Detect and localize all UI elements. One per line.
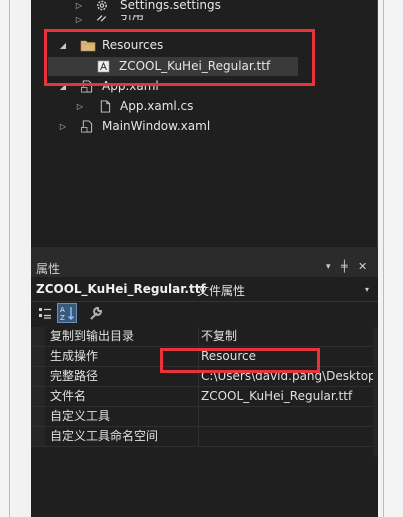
svg-text:A: A [60,306,65,314]
categorized-view-button[interactable] [36,304,54,322]
tree-item-label: MainWindow.xaml [102,119,211,133]
annotation-highlight-resources [44,29,315,86]
tree-item-label: 引用 [120,15,145,22]
object-selector[interactable]: ZCOOL_KuHei_Regular.ttf 文件属性 ▾ [31,279,378,302]
tree-item-references[interactable]: ▷ 引用 [31,15,378,24]
property-grid-scrollbar[interactable] [373,327,378,457]
property-name: 自定义工具 [50,407,199,426]
tree-item-settings[interactable]: ▷ Settings.settings [31,0,378,15]
references-icon [96,15,107,22]
annotation-highlight-build-action [160,348,320,373]
properties-header: 属性 ▾ ╪ ✕ [31,257,378,277]
tree-item-app-xaml-cs[interactable]: ▷ App.xaml.cs [31,97,378,116]
property-row[interactable]: 文件名 ZCOOL_KuHei_Regular.ttf [31,387,378,407]
code-file-icon [100,100,111,113]
tree-item-label: App.xaml.cs [120,99,194,113]
categorized-icon [39,308,51,319]
alphabetical-view-button[interactable]: A Z [57,303,77,323]
left-window-edge [0,0,9,517]
chevron-down-icon[interactable]: ▾ [365,285,369,294]
sort-az-icon: A Z [60,306,74,322]
row-gutter [31,367,45,386]
svg-text:Z: Z [60,314,65,322]
property-value[interactable] [201,427,373,446]
row-gutter [31,327,45,346]
chevron-down-icon[interactable]: ▾ [326,262,331,272]
property-name: 文件名 [50,387,199,406]
property-row[interactable]: 复制到输出目录 不复制 [31,327,378,347]
row-gutter [31,407,45,426]
property-value[interactable]: 不复制 [201,327,373,346]
tree-scrollbar[interactable] [377,0,378,247]
property-row[interactable]: 自定义工具 [31,407,378,427]
panel-splitter[interactable] [31,247,378,257]
wrench-icon [90,307,102,320]
tree-item-mainwindow-xaml[interactable]: ▷ MainWindow.xaml [31,117,378,136]
right-window-edge [384,0,403,517]
row-gutter [31,387,45,406]
pin-icon[interactable]: ╪ [341,260,348,273]
tree-item-label: Settings.settings [120,0,221,12]
expand-arrow-icon[interactable]: ▷ [75,97,85,116]
close-icon[interactable]: ✕ [358,260,367,273]
property-row[interactable]: 自定义工具命名空间 [31,427,378,447]
expand-arrow-icon[interactable]: ▷ [74,15,84,24]
xaml-file-icon [81,120,93,133]
row-gutter [31,347,45,366]
property-name: 复制到输出目录 [50,327,199,346]
property-value[interactable] [201,407,373,426]
properties-title: 属性 [36,262,61,276]
object-name: ZCOOL_KuHei_Regular.ttf [36,282,206,296]
property-value[interactable]: ZCOOL_KuHei_Regular.ttf [201,387,373,406]
expand-arrow-icon[interactable]: ▷ [74,0,84,15]
expand-arrow-icon[interactable]: ▷ [58,117,68,136]
object-type: 文件属性 [197,284,246,298]
property-pages-button[interactable] [87,304,105,322]
left-border [9,0,10,517]
gear-icon [97,0,107,11]
properties-panel: 属性 ▾ ╪ ✕ ZCOOL_KuHei_Regular.ttf 文件属性 ▾ … [31,257,378,517]
property-name: 自定义工具命名空间 [50,427,199,446]
row-gutter [31,427,45,446]
